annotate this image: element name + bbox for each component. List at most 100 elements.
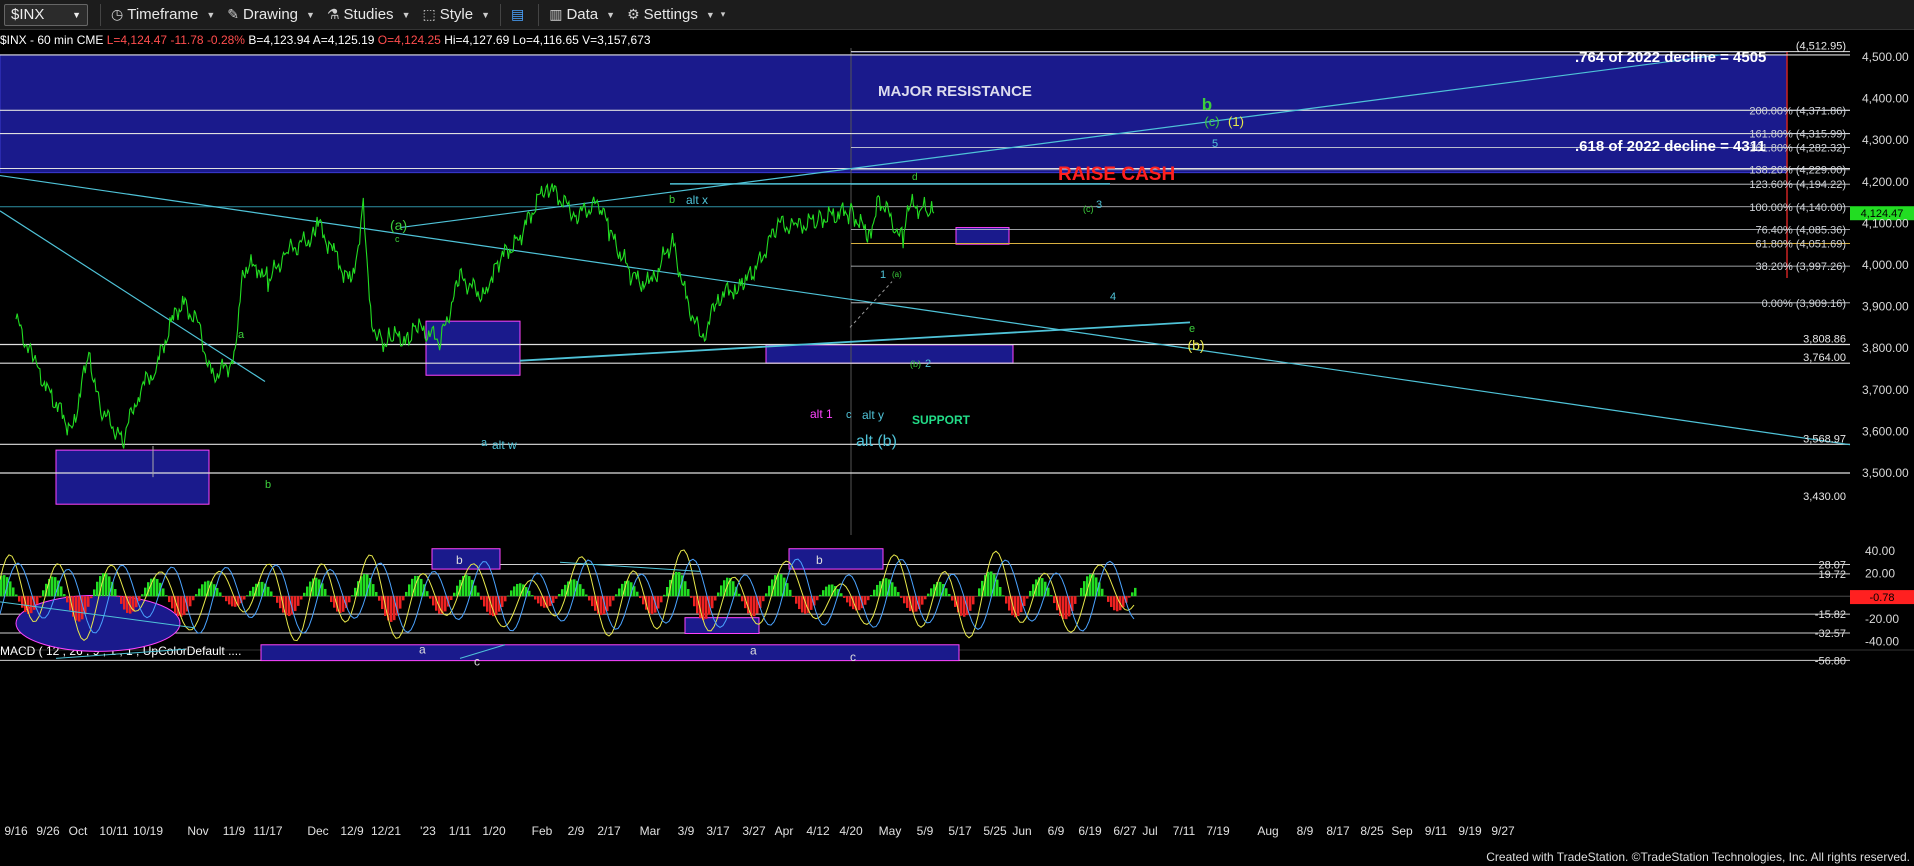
macd-histogram-bar <box>120 596 123 604</box>
macd-histogram-bar <box>822 590 825 597</box>
macd-histogram-bar <box>606 596 609 612</box>
macd-histogram-bar <box>618 588 621 597</box>
toolbar-separator <box>500 3 501 26</box>
alt-w-label: alt w <box>492 438 517 452</box>
studies-label: Studies <box>343 6 394 23</box>
iv-zone <box>55 449 210 505</box>
fib-level-label: 76.40% (4,085.36) <box>1755 224 1846 236</box>
macd-histogram-bar <box>720 585 723 597</box>
macd-histogram-bar <box>204 581 207 597</box>
macd-histogram-bar <box>192 596 195 601</box>
macd-histogram-bar <box>450 596 453 601</box>
macd-histogram-bar <box>582 588 585 597</box>
drawing-menu[interactable]: ✎ Drawing ▼ <box>221 0 321 30</box>
macd-histogram-bar <box>75 596 78 621</box>
macd-histogram-bar <box>1023 596 1026 607</box>
macd-histogram-bar <box>363 573 366 597</box>
macd-tick-label: 20.00 <box>1865 567 1895 581</box>
alt-b-label: alt (b) <box>856 433 897 450</box>
date-tick-label: 3/17 <box>706 824 730 838</box>
macd-histogram-bar <box>1113 596 1116 611</box>
date-tick-label: 5/9 <box>917 824 934 838</box>
macd-histogram-bar <box>18 596 21 602</box>
wave-a-paren-label: (a) <box>390 217 407 233</box>
macd-histogram-bar <box>144 587 147 597</box>
macd-histogram-bar <box>1107 596 1110 602</box>
macd-histogram-bar <box>78 596 81 622</box>
style-menu[interactable]: ⬚ Style ▼ <box>416 0 496 30</box>
price-tick-label: 3,700.00 <box>1862 383 1909 397</box>
macd-histogram-bar <box>408 584 411 597</box>
macd-histogram-bar <box>843 596 846 598</box>
studies-menu[interactable]: ⚗ Studies ▼ <box>321 0 417 30</box>
macd-histogram-bar <box>951 596 954 601</box>
macd-histogram-bar <box>1017 596 1020 617</box>
macd-histogram-bar <box>165 595 168 597</box>
macd-histogram-bar <box>294 596 297 612</box>
date-tick-label: 8/25 <box>1360 824 1384 838</box>
macd-histogram-bar <box>684 581 687 597</box>
macd-histogram-bar <box>504 596 507 602</box>
macd-histogram-bar <box>513 586 516 597</box>
macd-histogram-bar <box>1041 578 1044 597</box>
decline-618-label: .618 of 2022 decline = 4311 <box>1575 138 1766 155</box>
macd-histogram-bar <box>1053 596 1056 604</box>
macd-histogram-bar <box>270 591 273 597</box>
chevron-down-icon: ▼ <box>401 9 411 20</box>
macd-histogram-bar <box>285 596 288 616</box>
chevron-down-icon: ▼ <box>306 9 315 20</box>
symbol-input[interactable]: $INX ▼ <box>4 3 88 26</box>
macd-histogram-bar <box>306 586 309 597</box>
macd-histogram-bar <box>927 593 930 597</box>
macd-histogram-bar <box>1101 588 1104 597</box>
macd-histogram-bar <box>93 589 96 597</box>
macd-histogram-bar <box>1131 592 1134 597</box>
macd-histogram-bar <box>1047 587 1050 597</box>
layout-button[interactable]: ▤ <box>505 0 534 30</box>
wave-5-label: 5 <box>1212 138 1218 150</box>
symbol-value: $INX <box>11 6 45 23</box>
macd-wave-label: a <box>750 643 757 657</box>
macd-histogram-bar <box>12 587 15 597</box>
macd-tick-label: 40.00 <box>1865 544 1895 558</box>
date-tick-label: 5/25 <box>983 824 1007 838</box>
date-tick-label: 6/9 <box>1048 824 1065 838</box>
price-line <box>15 183 935 449</box>
date-tick-label: 5/17 <box>948 824 972 838</box>
macd-histogram-bar <box>390 596 393 622</box>
macd-histogram-bar <box>171 596 174 609</box>
macd-histogram-bar <box>405 591 408 597</box>
wave-b-paren-label: (b) <box>1187 337 1204 353</box>
wave-b-label: b <box>1202 95 1212 114</box>
macd-histogram-bar <box>789 589 792 597</box>
wave-3-label: 3 <box>1096 199 1102 211</box>
macd-histogram-bar <box>906 596 909 608</box>
macd-histogram-bar <box>714 596 717 601</box>
wave-e-label: e <box>1189 323 1195 335</box>
macd-histogram-bar <box>96 581 99 597</box>
macd-histogram-bar <box>39 596 42 598</box>
macd-histogram-bar <box>1002 595 1005 597</box>
macd-histogram-bar <box>738 593 741 597</box>
macd-histogram-bar <box>273 596 276 597</box>
date-tick-label: 9/16 <box>4 824 28 838</box>
layout-icon: ▤ <box>511 6 525 22</box>
macd-histogram-bar <box>219 592 222 597</box>
data-menu[interactable]: ▥ Data ▼ <box>543 0 621 30</box>
macd-histogram-bar <box>948 593 951 597</box>
chevron-down-icon: ▼ <box>606 9 616 20</box>
macd-histogram-bar <box>162 588 165 597</box>
macd-histogram-bar <box>180 596 183 617</box>
timeframe-menu[interactable]: ◷ Timeframe ▼ <box>105 0 221 30</box>
macd-histogram-bar <box>555 596 558 599</box>
macd-box-label: b <box>456 553 463 567</box>
macd-histogram-bar <box>897 592 900 597</box>
price-chart[interactable]: 4,124.473,500.003,600.003,700.003,800.00… <box>0 30 1914 866</box>
level-label: 3,808.86 <box>1803 334 1846 346</box>
settings-menu[interactable]: ⚙ Settings ▼ ▾ <box>621 0 731 30</box>
date-tick-label: Aug <box>1257 824 1278 838</box>
macd-histogram-bar <box>828 584 831 597</box>
date-tick-label: 4/20 <box>839 824 863 838</box>
macd-histogram-bar <box>327 595 330 597</box>
macd-histogram-bar <box>639 596 642 599</box>
